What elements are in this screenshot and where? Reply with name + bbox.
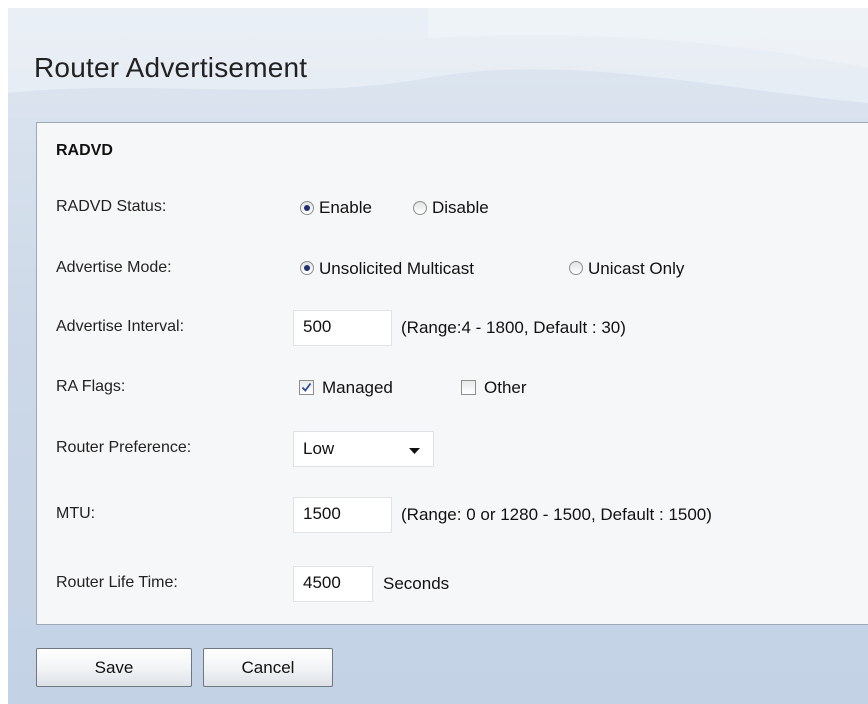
- radvd-panel: RADVD RADVD Status: Enable Disable Adver…: [36, 122, 868, 625]
- managed-checkbox[interactable]: [299, 380, 314, 395]
- page-title: Router Advertisement: [34, 52, 308, 83]
- advertise-mode-label: Advertise Mode:: [56, 259, 172, 276]
- radvd-disable-label[interactable]: Disable: [432, 198, 489, 218]
- page: Router Advertisement RADVD RADVD Status:…: [8, 8, 868, 704]
- router-preference-label: Router Preference:: [56, 439, 192, 456]
- mtu-hint: (Range: 0 or 1280 - 1500, Default : 1500…: [401, 505, 712, 524]
- chevron-down-icon: [409, 448, 420, 454]
- ra-flags-label: RA Flags:: [56, 378, 126, 395]
- unicast-only-label[interactable]: Unicast Only: [588, 259, 684, 279]
- other-label[interactable]: Other: [484, 378, 527, 398]
- radvd-enable-radio[interactable]: [300, 201, 314, 215]
- advertise-interval-hint: (Range:4 - 1800, Default : 30): [401, 318, 626, 337]
- unsolicited-multicast-label[interactable]: Unsolicited Multicast: [319, 259, 474, 279]
- advertise-interval-input[interactable]: 500: [293, 310, 392, 346]
- cancel-button[interactable]: Cancel: [203, 648, 333, 687]
- router-preference-select[interactable]: Low: [293, 431, 434, 467]
- radvd-status-label: RADVD Status:: [56, 198, 167, 215]
- radvd-disable-radio[interactable]: [413, 201, 427, 215]
- radvd-enable-label[interactable]: Enable: [319, 198, 372, 218]
- mtu-input[interactable]: 1500: [293, 497, 392, 533]
- router-lifetime-unit: Seconds: [383, 574, 450, 593]
- managed-label[interactable]: Managed: [322, 378, 393, 398]
- other-checkbox[interactable]: [461, 380, 476, 395]
- router-preference-value: Low: [303, 439, 335, 458]
- advertise-interval-label: Advertise Interval:: [56, 318, 185, 335]
- save-button[interactable]: Save: [36, 648, 192, 687]
- unsolicited-multicast-radio[interactable]: [300, 261, 314, 275]
- mtu-label: MTU:: [56, 505, 96, 522]
- section-title: RADVD: [56, 142, 113, 159]
- router-lifetime-input[interactable]: 4500: [293, 566, 373, 602]
- check-icon: [301, 382, 312, 392]
- router-lifetime-label: Router Life Time:: [56, 574, 178, 591]
- unicast-only-radio[interactable]: [569, 261, 583, 275]
